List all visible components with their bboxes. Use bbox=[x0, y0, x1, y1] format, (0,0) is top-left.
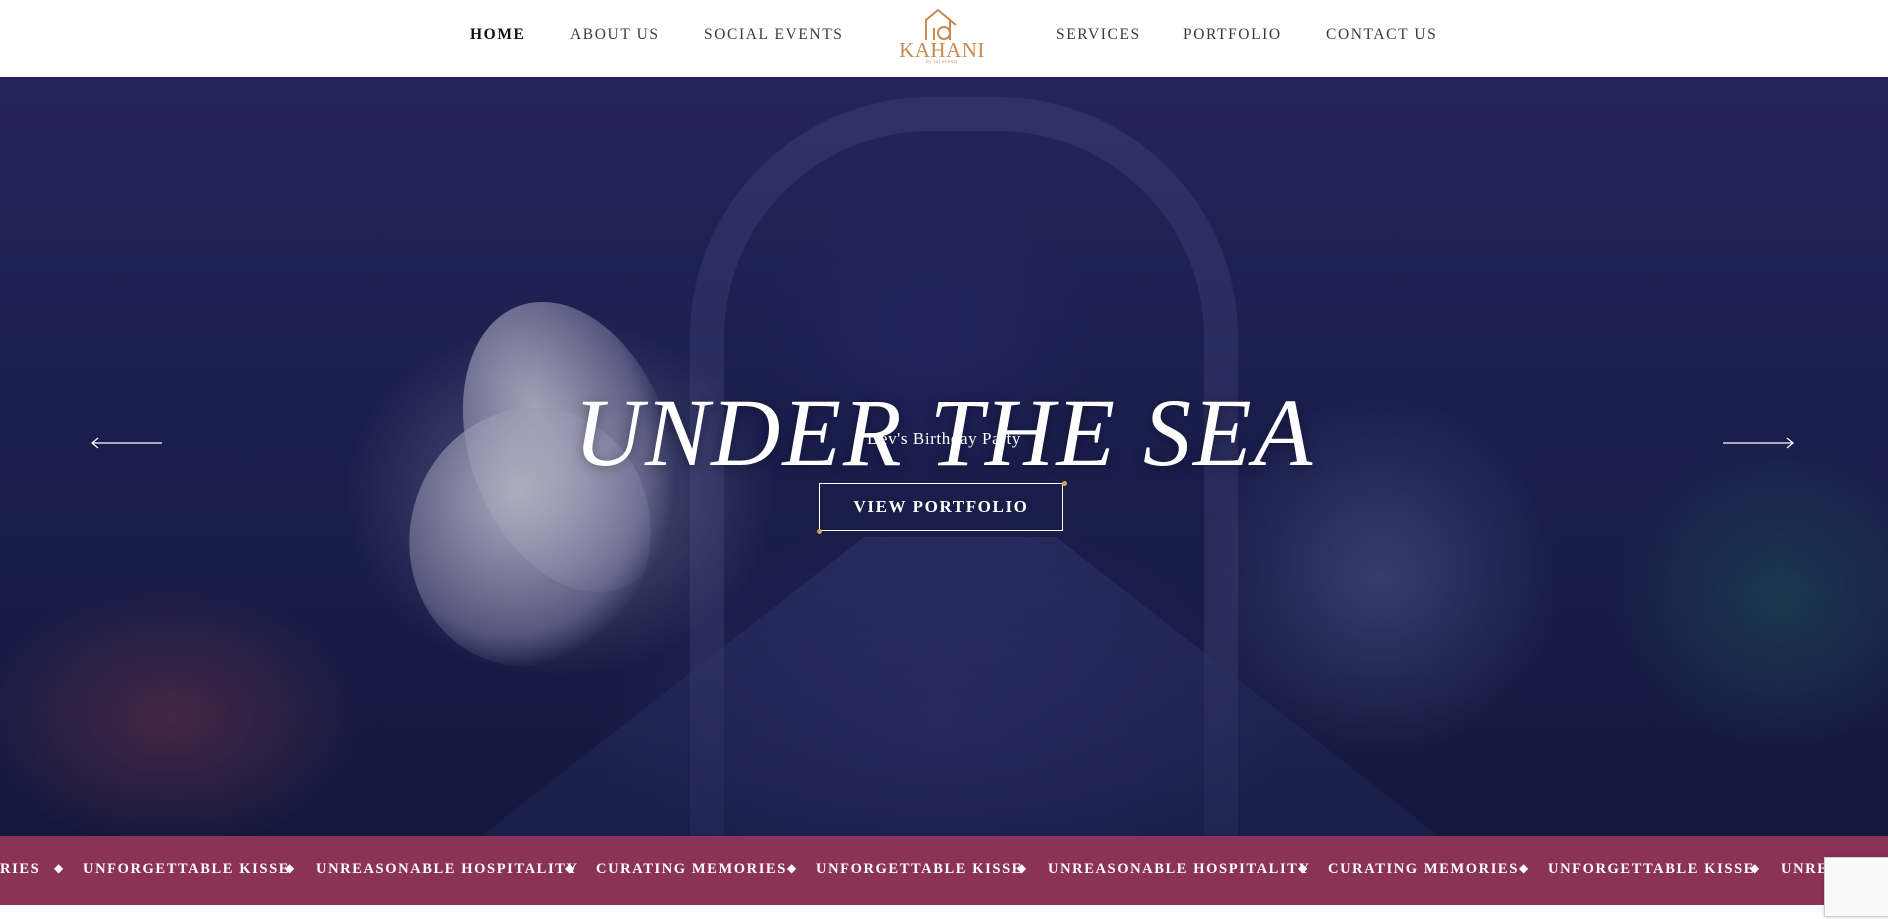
logo-tagline: by lal events bbox=[926, 60, 958, 65]
hero-slider: UNDER THE SEA Dev's Birthday Party VIEW … bbox=[0, 77, 1888, 836]
tagline-marquee: RIES ◆ UNFORGETTABLE KISSE ◆ UNREASONABL… bbox=[0, 836, 1888, 905]
nav-home[interactable]: HOME bbox=[470, 26, 525, 44]
marquee-separator: ◆ bbox=[285, 861, 295, 875]
arrow-right-icon[interactable] bbox=[1723, 437, 1795, 449]
marquee-item: UNFORGETTABLE KISSE bbox=[1548, 861, 1755, 877]
site-header: HOME ABOUT US SOCIAL EVENTS KAHANI by la… bbox=[0, 0, 1888, 77]
view-portfolio-button[interactable]: VIEW PORTFOLIO bbox=[819, 483, 1063, 531]
cta-corner-dot bbox=[817, 529, 822, 534]
marquee-separator: ◆ bbox=[1750, 861, 1760, 875]
marquee-separator: ◆ bbox=[565, 861, 575, 875]
hero-subtitle: Dev's Birthday Party bbox=[867, 429, 1021, 448]
marquee-item: UNREASONABLE HOSPITALITY bbox=[316, 861, 579, 877]
nav-contact-us[interactable]: CONTACT US bbox=[1326, 26, 1437, 44]
marquee-item: CURATING MEMORIES bbox=[596, 861, 787, 877]
arrow-left-icon[interactable] bbox=[90, 437, 162, 449]
marquee-item: RIES bbox=[0, 861, 41, 877]
marquee-separator: ◆ bbox=[1519, 861, 1529, 875]
cta-corner-dot bbox=[1062, 481, 1067, 486]
marquee-item: UNREASONABLE HOSPITALITY bbox=[1048, 861, 1311, 877]
marquee-item: UNFORGETTABLE KISSE bbox=[816, 861, 1023, 877]
nav-about-us[interactable]: ABOUT US bbox=[570, 26, 660, 44]
marquee-separator: ◆ bbox=[54, 861, 64, 875]
nav-social-events[interactable]: SOCIAL EVENTS bbox=[704, 26, 844, 44]
marquee-separator: ◆ bbox=[1298, 861, 1308, 875]
marquee-item: UNFORGETTABLE KISSE bbox=[83, 861, 290, 877]
marquee-separator: ◆ bbox=[1017, 861, 1027, 875]
recaptcha-badge[interactable] bbox=[1824, 857, 1888, 917]
marquee-separator: ◆ bbox=[787, 861, 797, 875]
marquee-item: CURATING MEMORIES bbox=[1328, 861, 1519, 877]
nav-portfolio[interactable]: PORTFOLIO bbox=[1183, 26, 1282, 44]
kahani-logo[interactable]: KAHANI by lal events bbox=[898, 6, 986, 70]
house-logo-icon bbox=[925, 8, 957, 40]
nav-services[interactable]: SERVICES bbox=[1056, 26, 1141, 44]
